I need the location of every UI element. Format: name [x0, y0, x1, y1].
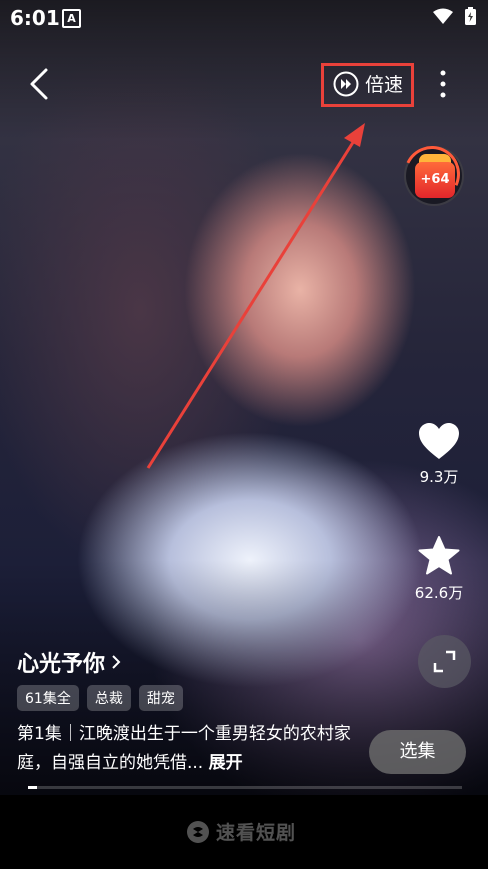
favorite-count: 62.6万: [414, 584, 464, 602]
speed-label: 倍速: [365, 74, 404, 96]
more-options-icon[interactable]: [432, 68, 454, 100]
status-icons: [433, 7, 476, 25]
status-time: 6:01: [10, 6, 60, 30]
tag-episodes[interactable]: 61集全: [17, 685, 79, 711]
coin-reward-widget[interactable]: +64: [396, 138, 468, 210]
favorite-button[interactable]: 62.6万: [409, 536, 469, 603]
logo-icon: [187, 820, 209, 843]
tag-sweet[interactable]: 甜宠: [138, 685, 183, 711]
video-progress-bar[interactable]: [28, 786, 462, 789]
progress-fill: [28, 786, 37, 789]
play-speed-icon: [333, 71, 359, 96]
fullscreen-button[interactable]: [418, 635, 471, 688]
like-count: 9.3万: [419, 468, 459, 486]
heart-icon: [419, 423, 459, 459]
battery-icon: [465, 7, 476, 25]
drama-title: 心光予你: [17, 652, 106, 677]
drama-title-link[interactable]: 心光予你: [17, 646, 121, 678]
wifi-icon: [433, 8, 453, 24]
expand-button[interactable]: 展开: [209, 753, 243, 773]
notification-icon: A: [62, 9, 81, 28]
watermark: 速看短剧: [186, 818, 296, 845]
status-bar: 6:01 A: [0, 0, 488, 34]
like-button[interactable]: 9.3万: [409, 422, 469, 487]
tag-list: 61集全 总裁 甜宠: [17, 685, 183, 711]
expand-icon: [433, 650, 456, 673]
description-text: 第1集｜江晚渡出生于一个重男轻女的农村家庭，自强自立的她凭借...: [17, 724, 351, 773]
episodes-button[interactable]: 选集: [369, 730, 466, 774]
chevron-right-icon: [112, 655, 121, 669]
playback-speed-button[interactable]: 倍速: [333, 70, 403, 97]
drama-description: 第1集｜江晚渡出生于一个重男轻女的农村家庭，自强自立的她凭借... 展开: [17, 720, 362, 778]
reward-value: +64: [420, 172, 450, 187]
watermark-text: 速看短剧: [216, 822, 297, 844]
star-icon: [418, 536, 460, 575]
back-button[interactable]: [22, 66, 58, 102]
tag-ceo[interactable]: 总裁: [86, 685, 131, 711]
